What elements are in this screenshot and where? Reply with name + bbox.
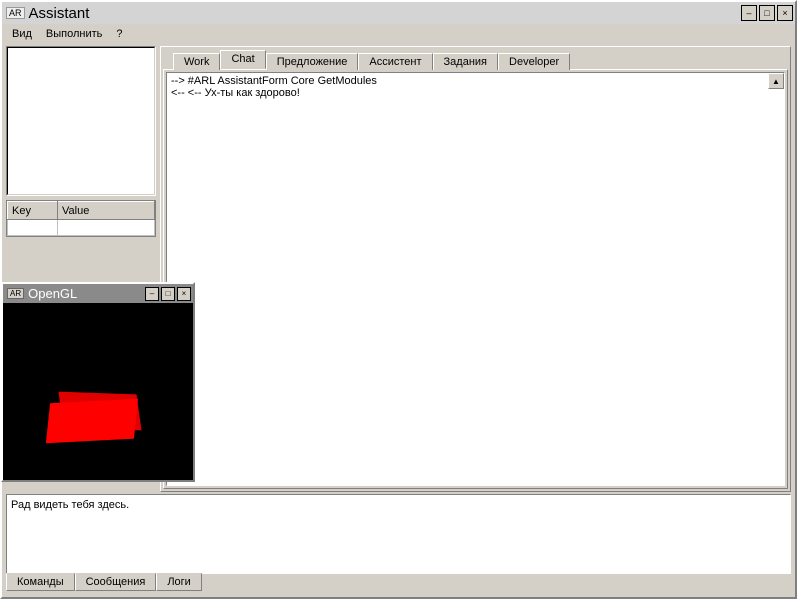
window-title: Assistant — [29, 5, 741, 22]
menu-help[interactable]: ? — [110, 27, 128, 41]
tab-chat[interactable]: Chat — [220, 50, 265, 69]
opengl-badge: AR — [7, 288, 24, 299]
close-button[interactable]: × — [777, 5, 793, 21]
kv-header-value[interactable]: Value — [58, 202, 155, 220]
window-buttons: – □ × — [741, 5, 793, 21]
titlebar[interactable]: AR Assistant – □ × — [2, 2, 795, 24]
opengl-minimize-button[interactable]: – — [145, 287, 159, 301]
menubar: Вид Выполнить ? — [2, 24, 795, 44]
kv-header-key[interactable]: Key — [8, 202, 58, 220]
tabstrip: Work Chat Предложение Ассистент Задания … — [163, 49, 788, 69]
tab-content: --> #ARL AssistantForm Core GetModules <… — [163, 69, 788, 489]
tree-view[interactable] — [6, 46, 156, 196]
tab-tasks[interactable]: Задания — [433, 53, 498, 70]
opengl-canvas[interactable] — [3, 303, 193, 480]
minimize-button[interactable]: – — [741, 5, 757, 21]
opengl-maximize-button[interactable]: □ — [161, 287, 175, 301]
tab-developer[interactable]: Developer — [498, 53, 570, 70]
opengl-close-button[interactable]: × — [177, 287, 191, 301]
scroll-up-icon[interactable]: ▲ — [768, 73, 784, 89]
chat-log[interactable]: --> #ARL AssistantForm Core GetModules <… — [166, 72, 785, 486]
chat-line: --> #ARL AssistantForm Core GetModules — [171, 75, 780, 87]
chat-line: <-- <-- Ух-ты как здорово! — [171, 87, 780, 99]
btab-commands[interactable]: Команды — [6, 573, 75, 591]
maximize-button[interactable]: □ — [759, 5, 775, 21]
app-badge: AR — [6, 7, 25, 19]
tab-work[interactable]: Work — [173, 53, 220, 70]
right-column: Work Chat Предложение Ассистент Задания … — [160, 46, 791, 492]
message-area[interactable]: Рад видеть тебя здесь. — [6, 494, 791, 574]
bottom-panel: Рад видеть тебя здесь. Команды Сообщения… — [6, 494, 791, 594]
opengl-red-shape — [43, 393, 143, 448]
menu-execute[interactable]: Выполнить — [40, 27, 108, 41]
bottom-tabstrip: Команды Сообщения Логи — [6, 574, 791, 594]
kv-cell-value[interactable] — [58, 220, 155, 236]
menu-view[interactable]: Вид — [6, 27, 38, 41]
btab-messages[interactable]: Сообщения — [75, 573, 157, 591]
key-value-table[interactable]: Key Value — [6, 200, 156, 237]
opengl-titlebar[interactable]: AR OpenGL – □ × — [3, 284, 193, 303]
kv-cell-key[interactable] — [8, 220, 58, 236]
opengl-title: OpenGL — [28, 286, 143, 301]
btab-logs[interactable]: Логи — [156, 573, 202, 591]
table-row[interactable] — [8, 220, 155, 236]
tab-assistant[interactable]: Ассистент — [358, 53, 432, 70]
message-text: Рад видеть тебя здесь. — [11, 499, 129, 511]
opengl-window[interactable]: AR OpenGL – □ × — [1, 282, 195, 482]
tab-proposal[interactable]: Предложение — [266, 53, 359, 70]
